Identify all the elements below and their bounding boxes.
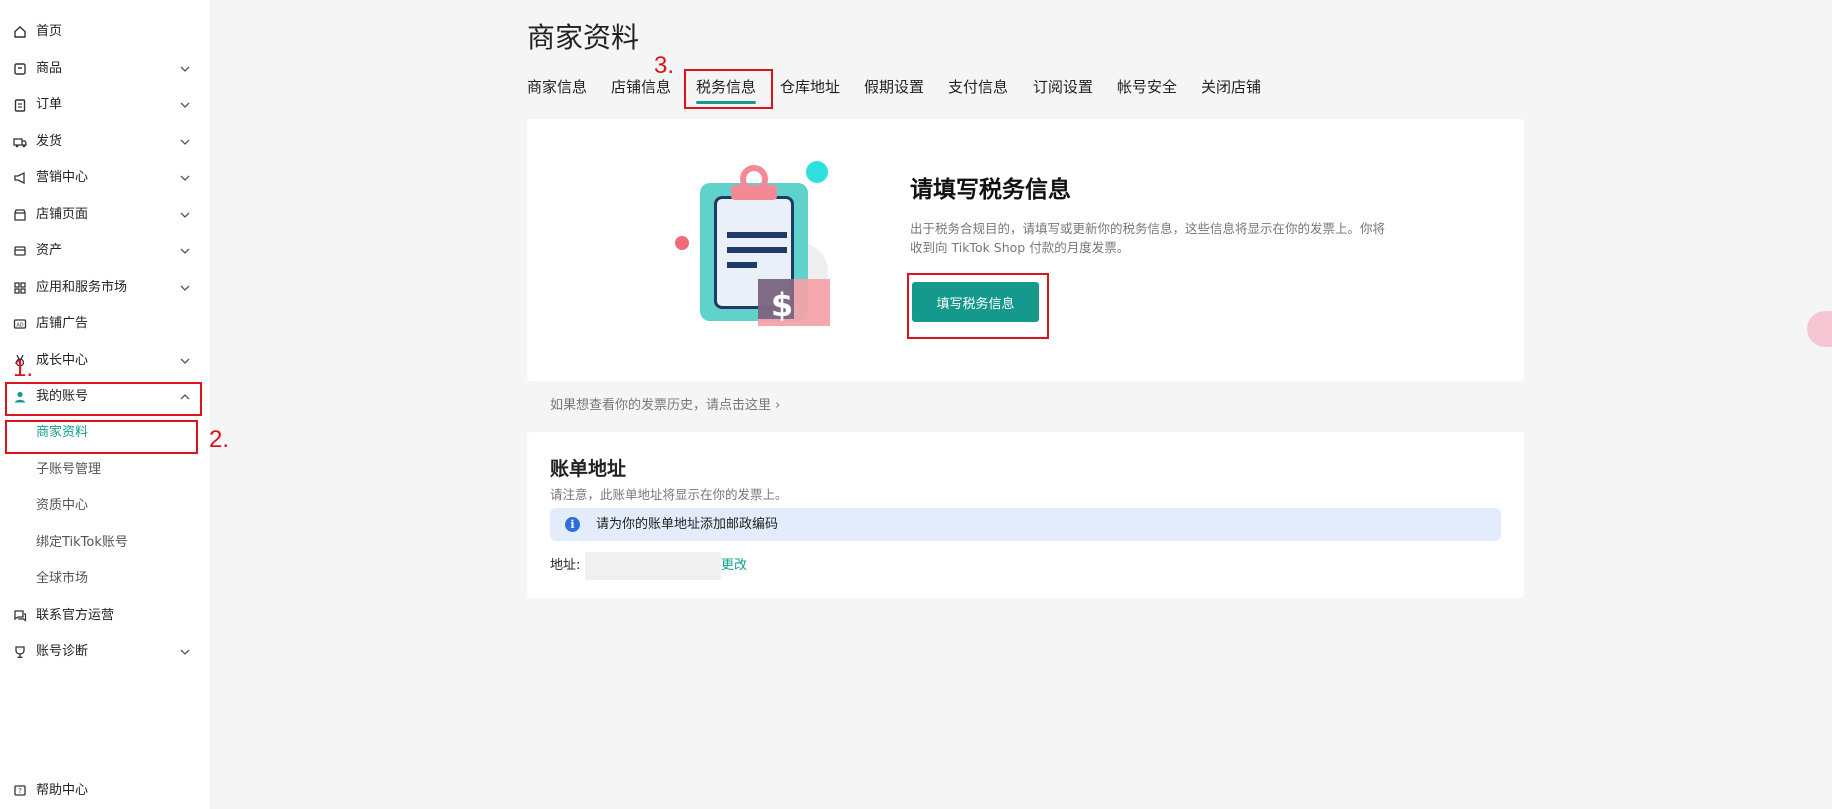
store-icon bbox=[14, 209, 26, 221]
floating-assistant-button[interactable] bbox=[1807, 311, 1832, 347]
tax-card-title: 请填写税务信息 bbox=[910, 177, 1071, 203]
sidebar-subitem-sub-accounts[interactable]: 子账号管理 bbox=[0, 452, 210, 488]
tab-warehouse-address[interactable]: 仓库地址 bbox=[780, 76, 840, 98]
tab-close-store[interactable]: 关闭店铺 bbox=[1201, 76, 1261, 98]
ad-icon: AD bbox=[13, 319, 27, 329]
svg-text:?: ? bbox=[18, 787, 22, 795]
sidebar-subitem-qualification[interactable]: 资质中心 bbox=[0, 488, 210, 524]
sidebar-item-label: 商品 bbox=[36, 61, 63, 76]
tax-clipboard-illustration: $ bbox=[675, 161, 830, 326]
chevron-down-icon bbox=[180, 285, 190, 291]
home-icon bbox=[14, 26, 26, 38]
chevron-down-icon bbox=[180, 248, 190, 254]
product-icon bbox=[14, 63, 26, 75]
tax-card-description: 出于税务合规目的，请填写或更新你的税务信息，这些信息将显示在你的发票上。你将收到… bbox=[910, 221, 1386, 255]
sidebar-item-marketing[interactable]: 营销中心 bbox=[0, 160, 210, 196]
tab-holiday-settings[interactable]: 假期设置 bbox=[864, 76, 924, 98]
alert-text: 请为你的账单地址添加邮政编码 bbox=[596, 517, 779, 532]
highlight-box-merchant-profile bbox=[5, 420, 198, 454]
highlight-box-my-account bbox=[5, 382, 202, 416]
address-label: 地址: bbox=[550, 558, 581, 573]
billing-address-card: 账单地址 请注意，此账单地址将显示在你的发票上。 i 请为你的账单地址添加邮政编… bbox=[527, 432, 1524, 598]
tab-merchant-info[interactable]: 商家信息 bbox=[527, 76, 587, 98]
sidebar-item-app-market[interactable]: 应用和服务市场 bbox=[0, 270, 210, 306]
sidebar-item-store-ads[interactable]: AD 店铺广告 bbox=[0, 306, 210, 342]
chevron-down-icon bbox=[180, 175, 190, 181]
sidebar-item-assets[interactable]: 资产 bbox=[0, 233, 210, 269]
tab-tax-info[interactable]: 税务信息 bbox=[696, 76, 757, 104]
sidebar-item-label: 账号诊断 bbox=[36, 644, 89, 659]
sidebar-item-contact-ops[interactable]: 联系官方运营 bbox=[0, 598, 210, 634]
sidebar-item-label: 资质中心 bbox=[36, 498, 89, 513]
tax-info-card: $ 请填写税务信息 出于税务合规目的，请填写或更新你的税务信息，这些信息将显示在… bbox=[527, 119, 1524, 381]
sidebar-item-account-diagnosis[interactable]: 账号诊断 bbox=[0, 634, 210, 670]
dollar-sign-icon: $ bbox=[771, 286, 793, 324]
sidebar-item-label: 绑定TikTok账号 bbox=[36, 535, 128, 550]
svg-text:AD: AD bbox=[16, 323, 23, 329]
chevron-down-icon bbox=[180, 139, 190, 145]
chat-icon bbox=[14, 610, 27, 622]
wallet-icon bbox=[14, 246, 26, 256]
sidebar-item-home[interactable]: 首页 bbox=[0, 14, 210, 50]
info-icon: i bbox=[565, 517, 580, 532]
sidebar-subitem-global-market[interactable]: 全球市场 bbox=[0, 561, 210, 597]
tab-store-info[interactable]: 店铺信息 bbox=[611, 76, 671, 98]
chevron-down-icon bbox=[180, 358, 190, 364]
trophy-icon bbox=[15, 646, 25, 658]
apps-grid-icon bbox=[14, 282, 26, 294]
order-icon bbox=[14, 99, 26, 112]
sidebar-item-label: 全球市场 bbox=[36, 571, 89, 586]
sidebar-item-label: 营销中心 bbox=[36, 170, 89, 185]
sidebar-item-label: 首页 bbox=[36, 24, 63, 39]
sidebar-item-store-page[interactable]: 店铺页面 bbox=[0, 197, 210, 233]
tab-account-security[interactable]: 帐号安全 bbox=[1117, 76, 1177, 98]
sidebar-item-shipping[interactable]: 发货 bbox=[0, 124, 210, 160]
sidebar-item-label: 订单 bbox=[36, 97, 63, 112]
sidebar-item-label: 应用和服务市场 bbox=[36, 280, 128, 295]
chevron-down-icon bbox=[180, 649, 190, 655]
tab-subscription-settings[interactable]: 订阅设置 bbox=[1033, 76, 1093, 98]
billing-title: 账单地址 bbox=[550, 458, 627, 480]
sidebar-item-help-center[interactable]: ? 帮助中心 bbox=[0, 773, 210, 809]
invoice-history-link[interactable]: 如果想查看你的发票历史，请点击这里 › bbox=[550, 396, 780, 416]
truck-icon bbox=[13, 138, 27, 148]
sidebar-item-label: 店铺广告 bbox=[36, 316, 89, 331]
chevron-down-icon bbox=[180, 212, 190, 218]
sidebar-item-label: 子账号管理 bbox=[36, 462, 102, 477]
billing-note: 请注意，此账单地址将显示在你的发票上。 bbox=[550, 487, 788, 502]
page-title: 商家资料 bbox=[527, 21, 640, 54]
help-icon: ? bbox=[14, 785, 26, 796]
address-value-redacted bbox=[585, 552, 721, 580]
sidebar-subitem-bind-tiktok[interactable]: 绑定TikTok账号 bbox=[0, 525, 210, 561]
megaphone-icon bbox=[14, 171, 25, 185]
sidebar-item-label: 资产 bbox=[36, 243, 63, 258]
sidebar-item-products[interactable]: 商品 bbox=[0, 51, 210, 87]
sidebar-item-label: 发货 bbox=[36, 134, 63, 149]
sidebar-item-orders[interactable]: 订单 bbox=[0, 87, 210, 123]
sidebar-item-label: 帮助中心 bbox=[36, 783, 89, 798]
highlight-box-fill-tax-button bbox=[907, 273, 1049, 339]
sidebar-item-label: 联系官方运营 bbox=[36, 608, 115, 623]
sidebar-item-label: 店铺页面 bbox=[36, 207, 89, 222]
chevron-down-icon bbox=[180, 66, 190, 72]
chevron-down-icon bbox=[180, 102, 190, 108]
annotation-number: 2. bbox=[209, 426, 230, 453]
postcode-alert: i 请为你的账单地址添加邮政编码 bbox=[550, 508, 1501, 541]
annotation-number: 1. bbox=[13, 355, 34, 382]
sidebar-item-label: 成长中心 bbox=[36, 353, 89, 368]
tab-payment-info[interactable]: 支付信息 bbox=[948, 76, 1008, 98]
edit-address-link[interactable]: 更改 bbox=[721, 556, 747, 575]
